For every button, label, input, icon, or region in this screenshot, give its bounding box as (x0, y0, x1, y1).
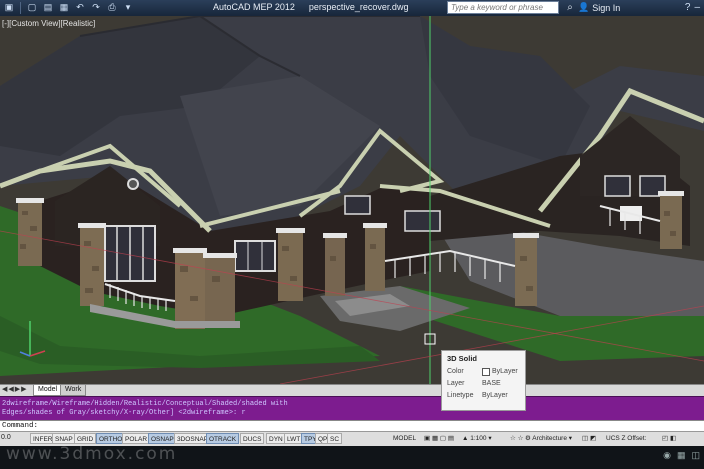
house-render (0, 16, 704, 384)
last-tab-icon[interactable]: ▶ (21, 385, 26, 395)
annotation-visibility-icon[interactable]: ☆ ☆ (510, 433, 523, 444)
tab-model[interactable]: Model (33, 385, 63, 396)
command-history-line: Edges/shades of Gray/sketchy/X-ray/Other… (2, 409, 246, 417)
sign-in-button[interactable]: 👤 Sign In (578, 2, 620, 13)
window-title: AutoCAD MEP 2012 perspective_recover.dwg (213, 2, 422, 12)
next-tab-icon[interactable]: ▶ (15, 385, 20, 395)
scale-icon: ▲ (462, 435, 471, 442)
tooltip-key: Color (447, 368, 464, 375)
ucs-z-offset: UCS Z Offset: (606, 435, 647, 442)
title-bar: ▣ ▢ ▤ ▦ ↶ ↷ ⎙ ▾ AutoCAD MEP 2012 perspect… (0, 0, 704, 17)
tooltip-title: 3D Solid (447, 354, 478, 363)
layout-tabs-bar: ◀ ◀ ▶ ▶ Model Work (0, 384, 704, 396)
undo-icon[interactable]: ↶ (73, 1, 87, 14)
redo-icon[interactable]: ↷ (89, 1, 103, 14)
layout-icons[interactable]: ▣ ▦ ▢ ▤ (424, 433, 454, 444)
command-input[interactable]: Command: (0, 420, 704, 431)
command-history-line: 2dwireframe/Wireframe/Hidden/Realistic/C… (2, 400, 288, 408)
workspace-switch[interactable]: ⚙ Architecture ▾ (525, 433, 572, 444)
toggle-grid[interactable]: GRID (74, 433, 97, 444)
toggle-osnap[interactable]: OSNAP (148, 433, 177, 444)
window-tray-icon[interactable]: ◫ (691, 450, 700, 461)
workspace-name: Architecture (532, 435, 567, 442)
new-icon[interactable]: ▢ (25, 1, 39, 14)
tooltip-row: Layer BASE (447, 378, 520, 390)
lock-icon[interactable]: ◰ ◧ (662, 433, 676, 444)
open-icon[interactable]: ▤ (41, 1, 55, 14)
user-icon: 👤 (578, 2, 590, 12)
status-tray-icons[interactable]: ◫ ◩ (582, 433, 596, 444)
tooltip-value: ByLayer (482, 366, 518, 378)
tab-navigation: ◀ ◀ ▶ ▶ (2, 385, 27, 395)
sign-in-label: Sign In (592, 2, 621, 13)
minimize-icon[interactable]: – (694, 1, 700, 14)
first-tab-icon[interactable]: ◀ (2, 385, 7, 395)
tab-work[interactable]: Work (60, 385, 87, 396)
drawing-viewport[interactable]: [-][Custom View][Realistic] (0, 16, 704, 384)
quick-access-toolbar: ▣ ▢ ▤ ▦ ↶ ↷ ⎙ ▾ (2, 1, 135, 15)
tooltip-value-text: ByLayer (492, 368, 518, 375)
app-tray-icon[interactable]: ◉ (663, 450, 671, 461)
model-space-button[interactable]: MODEL (393, 433, 416, 444)
tooltip-key: Linetype (447, 392, 474, 399)
tray-icons: ◉ ▦ ◫ (663, 450, 700, 461)
viewport-label[interactable]: [-][Custom View][Realistic] (2, 19, 95, 28)
search-input[interactable]: Type a keyword or phrase (447, 1, 559, 14)
annotation-scale-value: 1:100 (470, 435, 487, 442)
prev-tab-icon[interactable]: ◀ (8, 385, 13, 395)
toolbar-separator (20, 2, 21, 14)
tooltip-value: ByLayer (482, 392, 508, 399)
app-name: AutoCAD MEP 2012 (213, 2, 295, 12)
toggle-otrack[interactable]: OTRACK (206, 433, 240, 444)
stone-column (18, 201, 42, 266)
coordinates-readout[interactable]: 0.0 (1, 434, 11, 441)
toggle-snap[interactable]: SNAP (52, 433, 76, 444)
toggle-ducs[interactable]: DUCS (240, 433, 265, 444)
dropdown-icon[interactable]: ▾ (121, 1, 135, 14)
file-name: perspective_recover.dwg (308, 2, 409, 12)
grid-tray-icon[interactable]: ▦ (677, 450, 686, 461)
app-menu-icon[interactable]: ▣ (2, 1, 16, 14)
tooltip-row: Color ByLayer (447, 366, 520, 378)
plot-icon[interactable]: ⎙ (105, 1, 119, 14)
tooltip-row: Linetype ByLayer (447, 390, 520, 402)
color-swatch-icon (482, 368, 490, 376)
toggle-dyn[interactable]: DYN (266, 433, 286, 444)
window-controls: ? – (685, 1, 700, 14)
toggle-ortho[interactable]: ORTHO (96, 433, 126, 444)
watermark: www.3dmox.com (6, 444, 178, 464)
search-icon[interactable]: ⌕ (563, 1, 577, 14)
toggle-polar[interactable]: POLAR (122, 433, 151, 444)
rollover-tooltip: 3D Solid Color ByLayer Layer BASE Linety… (441, 350, 526, 411)
tooltip-key: Layer (447, 380, 465, 387)
help-icon[interactable]: ? (685, 1, 691, 14)
command-prompt: Command: (2, 422, 39, 430)
toggle-sc[interactable]: SC (327, 433, 343, 444)
annotation-scale[interactable]: ▲ 1:100 ▾ (462, 433, 492, 444)
tooltip-value: BASE (482, 380, 501, 387)
save-icon[interactable]: ▦ (57, 1, 71, 14)
